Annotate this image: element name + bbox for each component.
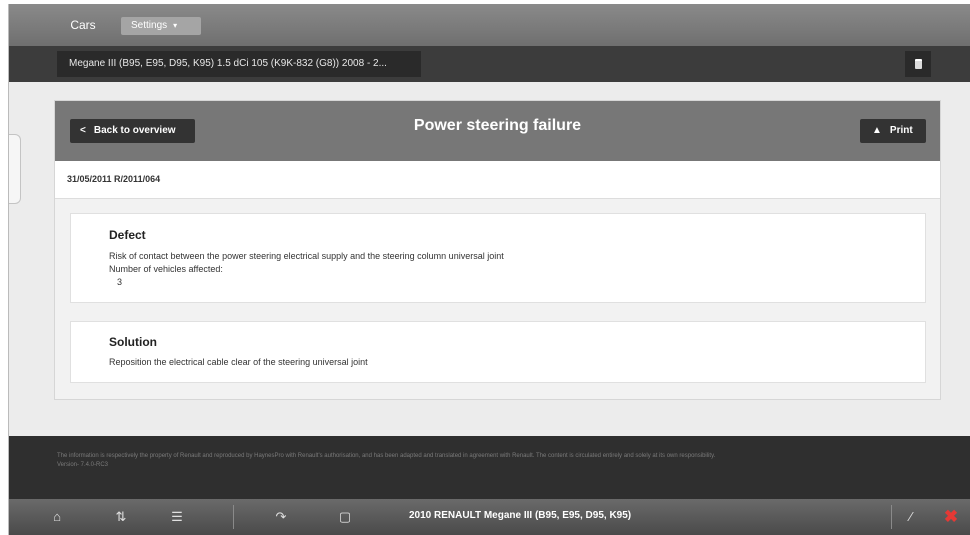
- toolbar-separator: [233, 505, 234, 529]
- tools-icon[interactable]: ⁄: [901, 507, 921, 527]
- collapse-icon[interactable]: ⇅: [111, 507, 131, 527]
- solution-section: Solution Reposition the electrical cable…: [70, 321, 926, 383]
- top-navigation-bar: Cars Settings ▾: [9, 4, 970, 46]
- version-text: Version- 7.4.0-RC3: [57, 462, 109, 468]
- home-icon[interactable]: ⌂: [47, 507, 67, 527]
- chevron-down-icon: ▾: [173, 21, 178, 30]
- solution-description: Reposition the electrical cable clear of…: [109, 357, 368, 367]
- tab-cars[interactable]: Cars: [57, 14, 109, 36]
- settings-dropdown[interactable]: Settings ▾: [121, 17, 201, 35]
- defect-description: Risk of contact between the power steeri…: [109, 251, 504, 261]
- close-icon[interactable]: ✖: [941, 507, 961, 527]
- solution-title: Solution: [109, 335, 157, 349]
- delete-button[interactable]: [905, 51, 931, 77]
- defect-section: Defect Risk of contact between the power…: [70, 213, 926, 303]
- print-button[interactable]: ▲ Print: [860, 119, 926, 143]
- disclaimer-text: The information is respectively the prop…: [57, 453, 716, 459]
- toolbar-vehicle-title: 2010 RENAULT Megane III (B95, E95, D95, …: [409, 510, 632, 521]
- footer-disclaimer: The information is respectively the prop…: [57, 452, 937, 470]
- trash-icon: [914, 59, 922, 69]
- print-label: Print: [889, 125, 913, 136]
- app-window: Cars Settings ▾ Megane III (B95, E95, D95…: [8, 4, 970, 535]
- reference-text: 31/05/2011 R/2011/064: [67, 174, 161, 184]
- vehicle-selector[interactable]: Megane III (B95, E95, D95, K95) 1.5 dCi …: [57, 51, 421, 77]
- footer: The information is respectively the prop…: [9, 436, 970, 499]
- affected-label: Number of vehicles affected:: [109, 264, 223, 274]
- print-icon: ▲: [872, 125, 882, 136]
- recall-card: < Back to overview Power steering failure…: [54, 100, 941, 400]
- defect-title: Defect: [109, 228, 146, 242]
- affected-count: 3: [117, 277, 123, 287]
- transfer-icon[interactable]: ↷: [271, 507, 291, 527]
- list-icon[interactable]: ☰: [167, 507, 187, 527]
- settings-label: Settings: [131, 20, 168, 31]
- folder-icon[interactable]: ▢: [335, 507, 355, 527]
- bottom-toolbar: ⌂ ⇅ ☰ ↷ ▢ 2010 RENAULT Megane III (B95, …: [9, 499, 970, 535]
- page-title: Power steering failure: [413, 117, 582, 134]
- toolbar-separator: [891, 505, 892, 529]
- vehicle-bar: Megane III (B95, E95, D95, K95) 1.5 dCi …: [9, 46, 970, 82]
- recall-header: < Back to overview Power steering failure…: [55, 101, 940, 161]
- reference-row: 31/05/2011 R/2011/064: [55, 161, 940, 199]
- side-panel-handle[interactable]: [9, 134, 21, 204]
